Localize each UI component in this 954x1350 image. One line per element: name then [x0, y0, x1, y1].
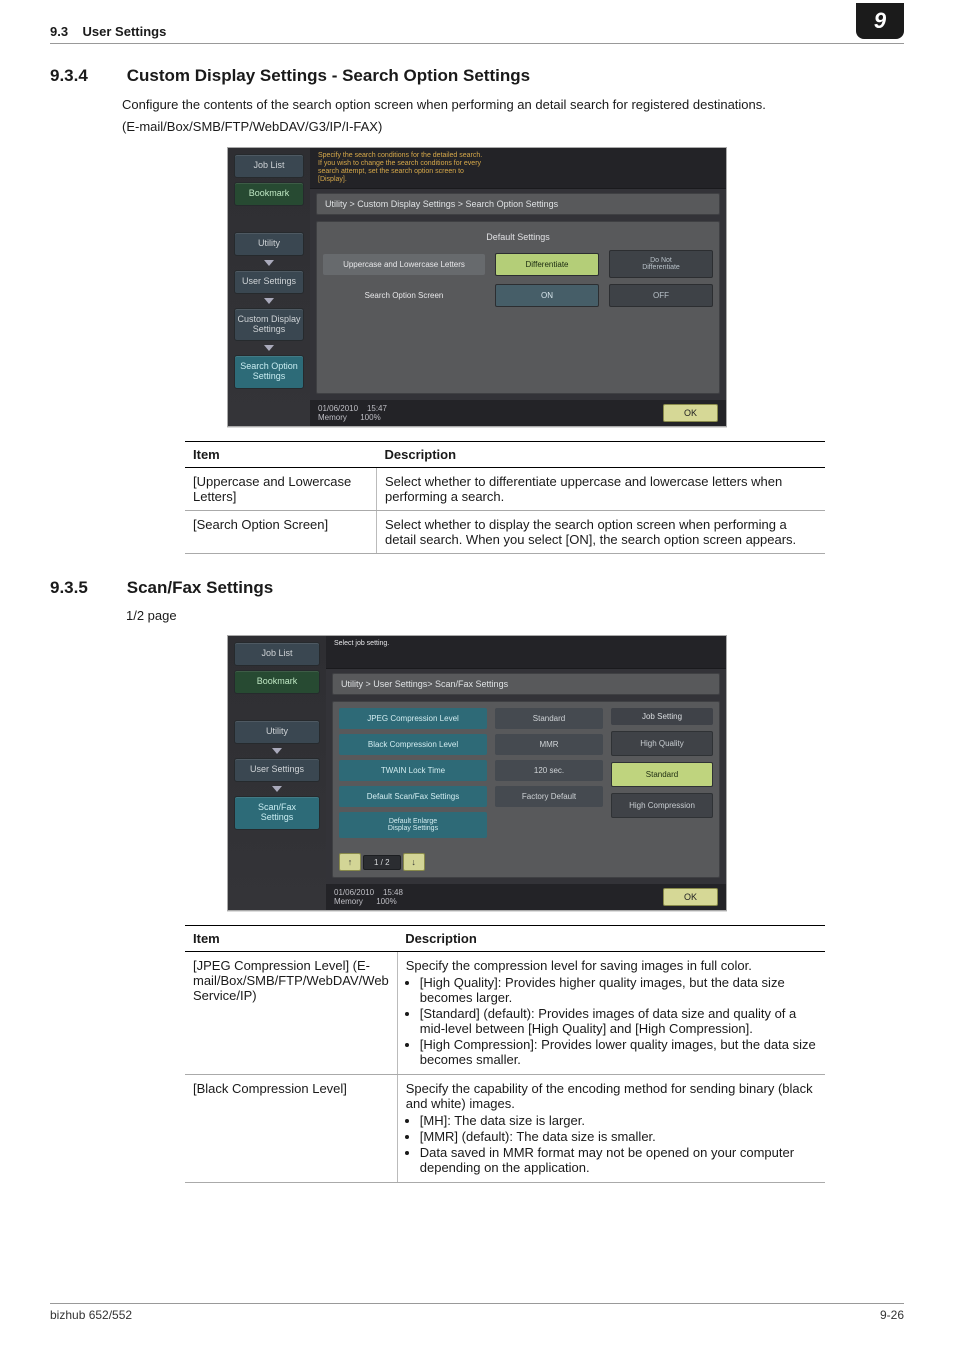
- chapter-badge: 9: [856, 3, 904, 39]
- jpeg-compression-level-button[interactable]: JPEG Compression Level: [339, 708, 487, 729]
- utility-button[interactable]: Utility: [234, 232, 304, 256]
- on-button[interactable]: ON: [495, 284, 599, 307]
- footer-date: 01/06/2010: [318, 404, 358, 413]
- default-settings-label: Default Settings: [323, 232, 713, 242]
- subsection-heading: 9.3.5 Scan/Fax Settings: [50, 578, 904, 598]
- chevron-down-icon: [264, 298, 274, 304]
- footer-memory-label: Memory: [318, 413, 347, 422]
- uppercase-lowercase-label: Uppercase and Lowercase Letters: [323, 254, 485, 275]
- instruction-text: Specify the search conditions for the de…: [310, 148, 726, 189]
- breadcrumb: Utility > User Settings> Scan/Fax Settin…: [332, 673, 720, 695]
- running-header: 9.3 User Settings 9: [50, 24, 904, 44]
- footer-memory-label: Memory: [334, 897, 363, 906]
- list-item: Data saved in MMR format may not be open…: [420, 1145, 817, 1175]
- custom-display-settings-button[interactable]: Custom Display Settings: [234, 308, 304, 342]
- page-footer: bizhub 652/552 9-26: [50, 1303, 904, 1322]
- col-item: Item: [185, 926, 397, 952]
- differentiate-button[interactable]: Differentiate: [495, 253, 599, 276]
- job-setting-title: Job Setting: [611, 708, 713, 725]
- jpeg-compression-value: Standard: [495, 708, 603, 729]
- section-title: User Settings: [83, 24, 167, 39]
- col-description: Description: [397, 926, 825, 952]
- table-row: [Black Compression Level] Specify the ca…: [185, 1075, 825, 1183]
- list-item: [Standard] (default): Provides images of…: [420, 1006, 817, 1036]
- ok-button[interactable]: OK: [663, 404, 718, 422]
- black-compression-level-button[interactable]: Black Compression Level: [339, 734, 487, 755]
- screenshot-scanfax-settings: Job List Bookmark Utility User Settings …: [227, 635, 727, 911]
- utility-button[interactable]: Utility: [234, 720, 320, 744]
- default-scanfax-value: Factory Default: [495, 786, 603, 807]
- user-settings-button[interactable]: User Settings: [234, 270, 304, 294]
- twain-lock-value: 120 sec.: [495, 760, 603, 781]
- footer-right: 9-26: [880, 1308, 904, 1322]
- breadcrumb: Utility > Custom Display Settings > Sear…: [316, 193, 720, 215]
- scan-fax-settings-button[interactable]: Scan/Fax Settings: [234, 796, 320, 830]
- chevron-down-icon: [264, 260, 274, 266]
- joblist-button[interactable]: Job List: [234, 154, 304, 178]
- off-button[interactable]: OFF: [609, 284, 713, 307]
- page-down-button[interactable]: ↓: [403, 853, 425, 871]
- bookmark-button[interactable]: Bookmark: [234, 670, 320, 694]
- footer-date: 01/06/2010: [334, 888, 374, 897]
- bookmark-button[interactable]: Bookmark: [234, 182, 304, 206]
- subsection-number: 9.3.4: [50, 66, 122, 86]
- page-indicator: 1 / 2: [363, 855, 401, 870]
- high-compression-button[interactable]: High Compression: [611, 793, 713, 818]
- section-number: 9.3: [50, 24, 68, 39]
- description-table-2: Item Description [JPEG Compression Level…: [185, 925, 825, 1183]
- list-item: [High Quality]: Provides higher quality …: [420, 975, 817, 1005]
- list-item: [MMR] (default): The data size is smalle…: [420, 1129, 817, 1144]
- default-scanfax-settings-button[interactable]: Default Scan/Fax Settings: [339, 786, 487, 807]
- page-indicator: 1/2 page: [126, 608, 904, 623]
- table-row: [Uppercase and Lowercase Letters] Select…: [185, 468, 825, 511]
- do-not-differentiate-button[interactable]: Do Not Differentiate: [609, 250, 713, 278]
- col-description: Description: [377, 442, 826, 468]
- list-item: [MH]: The data size is larger.: [420, 1113, 817, 1128]
- high-quality-button[interactable]: High Quality: [611, 731, 713, 756]
- search-option-settings-button[interactable]: Search Option Settings: [234, 355, 304, 389]
- footer-memory-pct: 100%: [360, 413, 380, 422]
- footer-left: bizhub 652/552: [50, 1308, 132, 1322]
- standard-button[interactable]: Standard: [611, 762, 713, 787]
- default-enlarge-display-button[interactable]: Default Enlarge Display Settings: [339, 812, 487, 838]
- ok-button[interactable]: OK: [663, 888, 718, 906]
- footer-time: 15:47: [367, 404, 387, 413]
- col-item: Item: [185, 442, 377, 468]
- subsection-title: Custom Display Settings - Search Option …: [127, 66, 530, 85]
- subsection-title: Scan/Fax Settings: [127, 578, 273, 597]
- search-option-screen-label: Search Option Screen: [323, 285, 485, 306]
- table-row: [JPEG Compression Level] (E-mail/Box/SMB…: [185, 952, 825, 1075]
- table-row: [Search Option Screen] Select whether to…: [185, 511, 825, 554]
- paragraph: Configure the contents of the search opt…: [122, 96, 904, 135]
- twain-lock-time-button[interactable]: TWAIN Lock Time: [339, 760, 487, 781]
- page-up-button[interactable]: ↑: [339, 853, 361, 871]
- instruction-text: Select job setting.: [326, 636, 726, 669]
- chevron-down-icon: [272, 786, 282, 792]
- user-settings-button[interactable]: User Settings: [234, 758, 320, 782]
- subsection-heading: 9.3.4 Custom Display Settings - Search O…: [50, 66, 904, 86]
- joblist-button[interactable]: Job List: [234, 642, 320, 666]
- black-compression-value: MMR: [495, 734, 603, 755]
- list-item: [High Compression]: Provides lower quali…: [420, 1037, 817, 1067]
- screenshot-search-option-settings: Job List Bookmark Utility User Settings …: [227, 147, 727, 427]
- subsection-number: 9.3.5: [50, 578, 122, 598]
- chevron-down-icon: [272, 748, 282, 754]
- chevron-down-icon: [264, 345, 274, 351]
- footer-memory-pct: 100%: [376, 897, 396, 906]
- footer-time: 15:48: [383, 888, 403, 897]
- description-table-1: Item Description [Uppercase and Lowercas…: [185, 441, 825, 554]
